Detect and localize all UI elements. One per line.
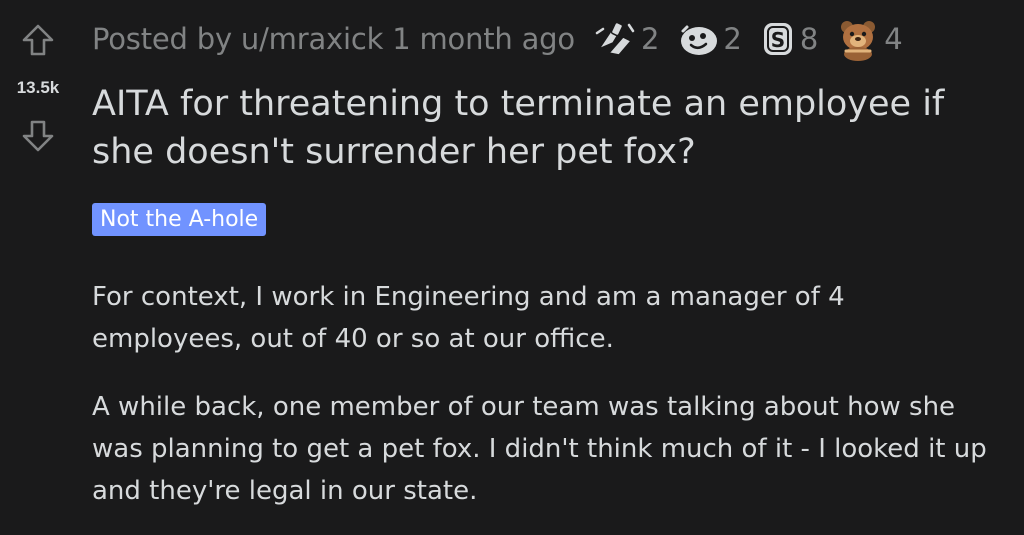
award-bear[interactable]: 4 [836, 17, 903, 61]
body-paragraph: A while back, one member of our team was… [92, 392, 987, 506]
post-meta: Posted by u/mraxick 1 month ago 2 2 S 8 … [92, 16, 903, 62]
body-paragraph: For context, I work in Engineering and a… [92, 282, 845, 354]
post-body: For context, I work in Engineering and a… [92, 276, 992, 535]
award-wholesome[interactable]: 2 [677, 19, 742, 59]
svg-text:S: S [771, 28, 785, 52]
award-silver[interactable]: S 8 [760, 19, 818, 59]
post-title[interactable]: AITA for threatening to terminate an emp… [92, 80, 1012, 176]
award-count: 8 [799, 22, 819, 56]
vote-score: 13.5k [16, 78, 60, 97]
downvote-button[interactable] [20, 118, 56, 154]
award-handshake[interactable]: 2 [593, 19, 659, 59]
handshake-award-icon [595, 21, 635, 56]
posted-by-text[interactable]: Posted by u/mraxick 1 month ago [92, 22, 575, 56]
upvote-button[interactable] [20, 22, 56, 58]
post-flair[interactable]: Not the A-hole [92, 203, 267, 236]
award-count: 4 [884, 22, 903, 56]
wholesome-award-icon [681, 25, 718, 55]
award-count: 2 [723, 22, 742, 56]
award-count: 2 [640, 22, 660, 56]
downvote-arrow-icon [22, 120, 54, 152]
bear-award-icon [841, 21, 876, 61]
reddit-post: 13.5k Posted by u/mraxick 1 month ago 2 [0, 0, 1024, 535]
silver-award-icon: S [763, 23, 792, 55]
upvote-arrow-icon [22, 24, 54, 56]
vote-column: 13.5k [0, 0, 80, 535]
